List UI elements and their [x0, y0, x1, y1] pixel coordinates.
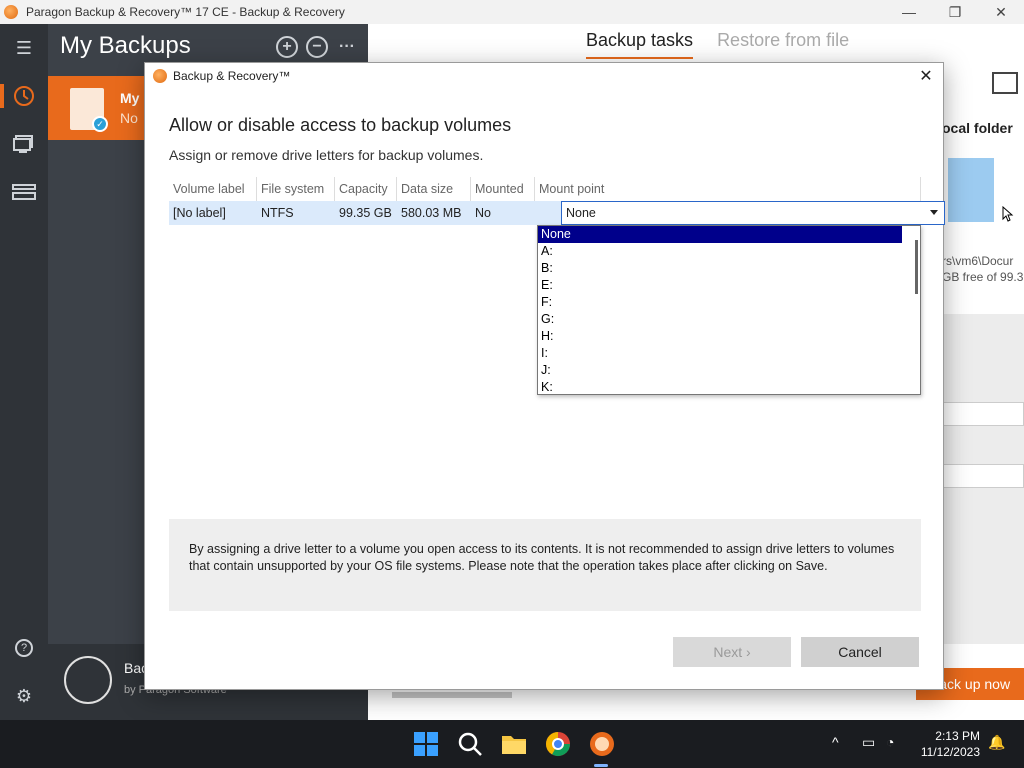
check-icon: ✓	[92, 116, 108, 132]
destination-path: rs\vm6\Docur	[942, 254, 1014, 268]
taskbar-clock[interactable]: 2:13 PM 11/12/2023	[921, 728, 980, 760]
free-space-text: GB free of 99.3	[942, 270, 1024, 284]
close-window-button[interactable]: ✕	[978, 0, 1024, 24]
display-icon[interactable]: ▭	[862, 734, 875, 751]
col-data-size[interactable]: Data size	[397, 177, 471, 201]
paragon-taskbar-icon[interactable]	[588, 730, 616, 758]
maximize-button[interactable]: ❐	[932, 0, 978, 24]
col-capacity[interactable]: Capacity	[335, 177, 397, 201]
dropdown-option[interactable]: F:	[538, 294, 903, 311]
chevron-up-icon[interactable]: ^	[832, 734, 839, 750]
local-folder-label: ocal folder	[942, 120, 1013, 136]
window-controls: — ❐ ✕	[886, 0, 1024, 24]
more-options-button[interactable]: ···	[336, 36, 358, 58]
info-box: By assigning a drive letter to a volume …	[169, 519, 921, 611]
main-tabs: Backup tasks Restore from file	[586, 30, 849, 59]
windows-start-icon[interactable]	[412, 730, 440, 758]
chevron-down-icon	[930, 210, 938, 215]
folder-graphic	[948, 158, 994, 222]
cell-file-system: NTFS	[261, 206, 294, 220]
dropdown-option[interactable]: E:	[538, 277, 903, 294]
view-toggle-icon[interactable]	[992, 72, 1018, 94]
cell-capacity: 99.35 GB	[339, 206, 392, 220]
table-header: Volume label File system Capacity Data s…	[169, 177, 921, 201]
dialog-logo-icon	[153, 69, 167, 83]
storage-icon[interactable]	[0, 174, 48, 210]
dropdown-option[interactable]: K:	[538, 379, 903, 394]
menu-icon[interactable]: ☰	[0, 30, 48, 66]
volumes-table: Volume label File system Capacity Data s…	[169, 177, 1014, 225]
cell-mounted: No	[475, 206, 491, 220]
table-row[interactable]: [No label] NTFS 99.35 GB 580.03 MB No No…	[169, 201, 1014, 225]
horizontal-scrollbar[interactable]	[392, 692, 512, 698]
settings-icon[interactable]: ⚙	[0, 678, 48, 714]
dialog-heading: Allow or disable access to backup volume…	[169, 115, 512, 135]
panel-title: My Backups	[60, 32, 191, 59]
col-volume-label[interactable]: Volume label	[169, 177, 257, 201]
drive-letter-dialog: Backup & Recovery™ ✕ Allow or disable ac…	[144, 62, 1014, 690]
clock-time: 2:13 PM	[935, 729, 980, 743]
active-app-indicator	[594, 764, 608, 767]
info-text: By assigning a drive letter to a volume …	[189, 542, 895, 573]
mount-point-combobox[interactable]: None	[561, 201, 1014, 225]
add-backup-button[interactable]: +	[276, 36, 298, 58]
dialog-subheading: Assign or remove drive letters for backu…	[169, 147, 484, 163]
notification-bell-icon[interactable]: 🔔	[988, 734, 1005, 751]
window-titlebar: Paragon Backup & Recovery™ 17 CE - Backu…	[0, 0, 1024, 24]
dropdown-option[interactable]: None	[538, 226, 902, 243]
monitor-icon[interactable]	[0, 126, 48, 162]
backup-card-status: No	[120, 110, 138, 126]
file-explorer-icon[interactable]	[500, 730, 528, 758]
dialog-close-icon[interactable]: ✕	[915, 65, 937, 87]
cell-data-size: 580.03 MB	[401, 206, 462, 220]
dropdown-option[interactable]: G:	[538, 311, 903, 328]
next-button[interactable]: Next ›	[673, 637, 791, 667]
tab-backup-tasks[interactable]: Backup tasks	[586, 30, 694, 59]
cell-volume-label: [No label]	[173, 206, 226, 220]
window-title: Paragon Backup & Recovery™ 17 CE - Backu…	[26, 5, 345, 19]
tab-restore-from-file[interactable]: Restore from file	[717, 30, 849, 59]
paragon-footer-logo-icon	[64, 656, 112, 704]
col-mount-point[interactable]: Mount point	[535, 177, 921, 201]
col-mounted[interactable]: Mounted	[471, 177, 535, 201]
chrome-icon[interactable]	[544, 730, 572, 758]
dropdown-option[interactable]: B:	[538, 260, 903, 277]
minimize-button[interactable]: —	[886, 0, 932, 24]
col-file-system[interactable]: File system	[257, 177, 335, 201]
mount-point-dropdown-list[interactable]: None A: B: E: F: G: H: I: J: K:	[537, 225, 921, 395]
network-icon[interactable]: ◔	[886, 734, 894, 750]
dialog-header: Backup & Recovery™ ✕	[145, 63, 943, 91]
mouse-cursor-icon	[1002, 206, 1014, 222]
help-icon[interactable]: ?	[0, 630, 48, 666]
dropdown-option[interactable]: H:	[538, 328, 903, 345]
mount-point-value: None	[566, 206, 596, 220]
history-icon[interactable]	[0, 78, 48, 114]
taskbar: ^ ▭ ◔ 2:13 PM 11/12/2023 🔔	[0, 720, 1024, 768]
dropdown-option[interactable]: A:	[538, 243, 903, 260]
dropdown-scrollbar[interactable]	[915, 240, 918, 294]
remove-backup-button[interactable]: −	[306, 36, 328, 58]
clock-date: 11/12/2023	[920, 745, 980, 759]
backup-card-title: My	[120, 90, 140, 106]
dropdown-option[interactable]: J:	[538, 362, 903, 379]
paragon-logo-icon	[4, 5, 18, 19]
cancel-button[interactable]: Cancel	[801, 637, 919, 667]
dropdown-option[interactable]: I:	[538, 345, 903, 362]
search-icon[interactable]	[456, 730, 484, 758]
dialog-title: Backup & Recovery™	[173, 69, 291, 83]
left-nav-rail: ☰ ? ⚙	[0, 24, 48, 720]
